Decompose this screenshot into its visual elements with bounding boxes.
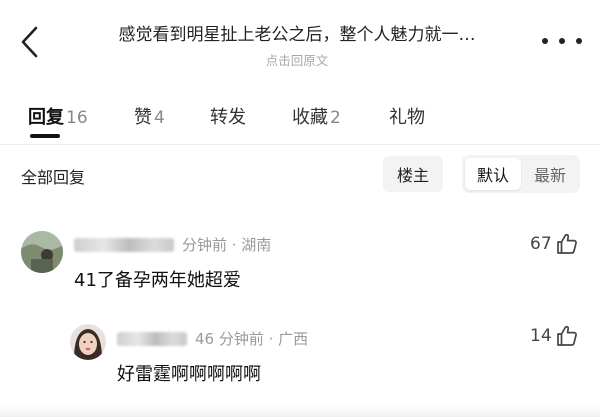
divider — [0, 144, 600, 145]
more-button[interactable] — [542, 30, 582, 52]
tab-label: 赞 — [134, 107, 152, 128]
tab-count: 2 — [330, 108, 341, 128]
active-tab-indicator — [30, 134, 60, 138]
sort-toggle: 默认 最新 — [462, 155, 580, 193]
comment-item: 46 分钟前 · 广西 好雷霆啊啊啊啊啊 14 — [0, 320, 600, 390]
chevron-left-icon — [21, 26, 38, 58]
sort-latest-option[interactable]: 最新 — [522, 158, 578, 190]
avatar[interactable] — [70, 324, 106, 360]
sort-default-option[interactable]: 默认 — [465, 158, 521, 190]
tab-label: 收藏 — [292, 107, 328, 128]
back-button[interactable] — [14, 22, 46, 62]
comment-time-location: 分钟前 · 湖南 — [182, 236, 272, 254]
username-redacted — [117, 331, 187, 346]
comment-time-location: 46 分钟前 · 广西 — [195, 330, 309, 348]
comment-text: 好雷霆啊啊啊啊啊 — [117, 364, 261, 385]
op-only-button[interactable]: 楼主 — [383, 156, 443, 192]
tab-bar: 回复 16 赞 4 转发 收藏 2 礼物 — [0, 96, 600, 144]
bottom-fade — [0, 404, 600, 417]
like-button[interactable]: 67 — [530, 232, 579, 256]
tab-count: 4 — [154, 108, 165, 128]
tab-label: 转发 — [210, 107, 246, 128]
thumbs-up-icon — [556, 325, 577, 346]
thumbs-up-icon — [556, 233, 577, 254]
tab-label: 礼物 — [389, 107, 425, 128]
tab-reposts[interactable]: 转发 — [210, 103, 246, 129]
comment-item: 分钟前 · 湖南 41了备孕两年她超爱 67 — [0, 226, 600, 296]
avatar[interactable] — [21, 231, 63, 273]
more-horizontal-icon — [576, 38, 582, 44]
tab-gifts[interactable]: 礼物 — [389, 103, 425, 129]
tab-replies[interactable]: 回复 16 — [28, 103, 88, 129]
comment-text: 41了备孕两年她超爱 — [74, 270, 241, 291]
username-redacted — [74, 237, 174, 252]
tab-likes[interactable]: 赞 4 — [134, 103, 165, 129]
comment-meta: 46 分钟前 · 广西 — [117, 328, 308, 349]
like-count: 14 — [530, 326, 552, 346]
filter-bar: 全部回复 楼主 默认 最新 — [0, 150, 600, 200]
top-bar: 感觉看到明星扯上老公之后，整个人魅力就一… 点击回原文 — [0, 0, 600, 80]
tab-favorites[interactable]: 收藏 2 — [292, 103, 341, 129]
tab-label: 回复 — [28, 107, 64, 128]
more-horizontal-icon — [542, 38, 548, 44]
like-button[interactable]: 14 — [530, 324, 579, 348]
comment-meta: 分钟前 · 湖南 — [74, 234, 271, 255]
post-title: 感觉看到明星扯上老公之后，整个人魅力就一… — [118, 25, 476, 45]
tab-count: 16 — [66, 108, 88, 128]
like-count: 67 — [530, 234, 552, 254]
back-to-original-link[interactable]: 点击回原文 — [62, 50, 532, 69]
more-horizontal-icon — [559, 38, 565, 44]
all-replies-heading: 全部回复 — [21, 168, 86, 187]
title-area[interactable]: 感觉看到明星扯上老公之后，整个人魅力就一… 点击回原文 — [62, 20, 532, 69]
